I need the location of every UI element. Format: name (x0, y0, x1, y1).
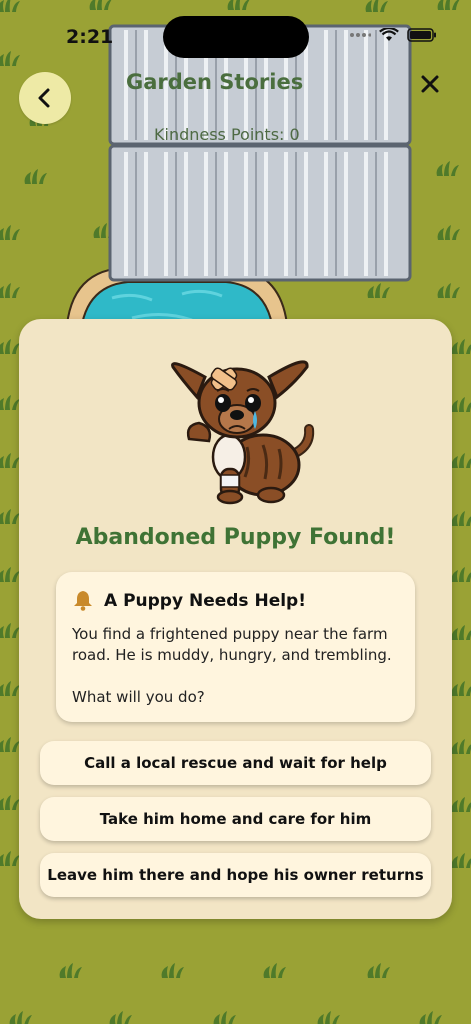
signal-icon (350, 33, 371, 37)
wifi-icon (379, 28, 399, 41)
choice-leave-button[interactable]: Leave him there and hope his owner retur… (40, 853, 431, 897)
message-box: A Puppy Needs Help! You find a frightene… (56, 572, 415, 722)
page-title: Garden Stories (126, 70, 304, 94)
battery-icon (407, 28, 436, 42)
bell-icon (74, 591, 92, 611)
message-text: You find a frightened puppy near the far… (72, 625, 392, 664)
choice-take-home-button[interactable]: Take him home and care for him (40, 797, 431, 841)
close-button[interactable] (416, 70, 444, 98)
puppy-illustration (171, 360, 315, 505)
message-prompt: What will you do? (72, 688, 205, 706)
crate-illustration (108, 24, 412, 282)
message-title: A Puppy Needs Help! (104, 591, 306, 611)
story-card: Abandoned Puppy Found! A Puppy Needs Hel… (19, 319, 452, 919)
status-icons (349, 28, 437, 42)
choice-call-rescue-button[interactable]: Call a local rescue and wait for help (40, 741, 431, 785)
kindness-points: Kindness Points: 0 (154, 125, 300, 144)
close-icon (421, 75, 439, 93)
status-time: 2:21 (66, 26, 114, 48)
chevron-left-icon (38, 88, 50, 108)
back-button[interactable] (19, 72, 71, 124)
dynamic-island (163, 16, 309, 58)
message-body: You find a frightened puppy near the far… (72, 624, 402, 708)
story-heading: Abandoned Puppy Found! (75, 525, 396, 550)
